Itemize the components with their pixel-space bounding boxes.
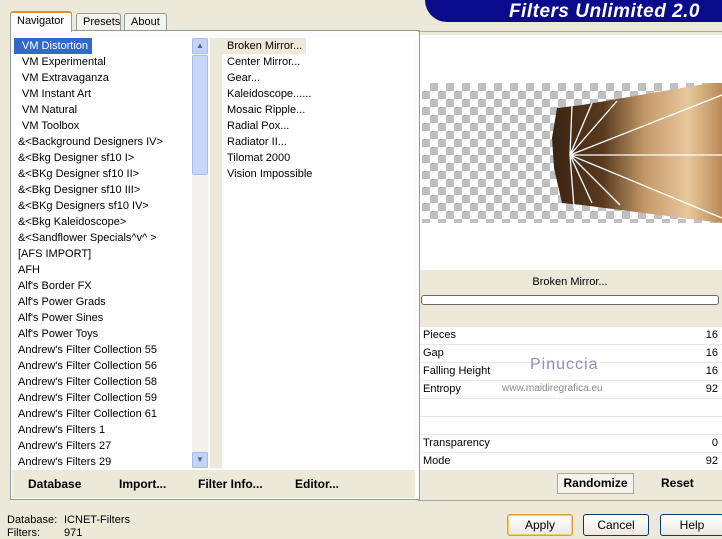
status-database-label: Database: (7, 514, 58, 526)
status-filters-label: Filters: (7, 527, 40, 539)
param-label: Falling Height (423, 365, 491, 377)
param-value: 16 (705, 347, 718, 359)
category-item[interactable]: Andrew's Filter Collection 56 (14, 358, 192, 374)
divider (418, 31, 722, 32)
category-item[interactable]: Andrew's Filter Collection 55 (14, 342, 192, 358)
filter-item[interactable]: Kaleidoscope...... (222, 86, 415, 102)
category-list[interactable]: VM Distortion VM Experimental VM Extravaga… (14, 38, 192, 468)
filter-item[interactable]: Vision Impossible (222, 166, 415, 182)
category-item[interactable]: Andrew's Filter Collection 59 (14, 390, 192, 406)
reset-button[interactable]: Reset (661, 476, 694, 490)
app-banner-logo: Filters Unlimited 2.0 (425, 0, 722, 22)
category-item[interactable]: Andrew's Filter Collection 61 (14, 406, 192, 422)
status-database-value: ICNET-Filters (64, 514, 130, 526)
filter-info-button[interactable]: Filter Info... (198, 477, 263, 491)
current-filter-label: Broken Mirror... (532, 276, 608, 288)
category-item[interactable]: Andrew's Filters 29 (14, 454, 192, 468)
param-value: 92 (705, 383, 718, 395)
category-item[interactable]: &<Sandflower Specials^v^ > (14, 230, 192, 246)
category-item[interactable]: VM Extravaganza (14, 70, 192, 86)
editor-button[interactable]: Editor... (295, 477, 339, 491)
category-item[interactable]: VM Toolbox (14, 118, 192, 134)
category-item[interactable]: Alf's Power Grads (14, 294, 192, 310)
help-button[interactable]: Help (660, 514, 722, 536)
navigator-buttons: Database Import... Filter Info... Editor… (12, 470, 415, 498)
watermark-url: www.maidiregrafica.eu (502, 383, 603, 394)
param-label: Entropy (423, 383, 461, 395)
param-value: 16 (705, 365, 718, 377)
category-item[interactable]: Andrew's Filter Collection 58 (14, 374, 192, 390)
preview-image (422, 83, 722, 223)
category-item[interactable]: &<BKg Designers sf10 IV> (14, 198, 192, 214)
filter-item[interactable]: Broken Mirror... (222, 38, 307, 54)
filter-item[interactable]: Radiator II... (222, 134, 415, 150)
param-slider-row[interactable] (420, 417, 722, 434)
category-item[interactable]: Andrew's Filters 27 (14, 438, 192, 454)
scroll-up-icon[interactable]: ▲ (192, 38, 208, 54)
category-item[interactable]: VM Experimental (14, 54, 192, 70)
param-label: Mode (423, 455, 451, 467)
param-label: Pieces (423, 329, 457, 341)
divider (418, 500, 722, 501)
category-item[interactable]: Andrew's Filters 1 (14, 422, 192, 438)
param-slider-row[interactable]: Mode 92 (420, 453, 722, 470)
randomize-button[interactable]: Randomize (557, 473, 634, 494)
status-filters-value: 971 (64, 527, 83, 539)
tab-about[interactable]: About (124, 13, 167, 31)
category-item[interactable]: &<Bkg Designer sf10 III> (14, 182, 192, 198)
category-item[interactable]: &<BKg Designer sf10 II> (14, 166, 192, 182)
tab-navigator[interactable]: Navigator (10, 11, 72, 32)
scroll-thumb[interactable] (192, 55, 208, 175)
param-label: Transparency (423, 437, 490, 449)
category-item[interactable]: Alf's Power Toys (14, 326, 192, 342)
preview-area (420, 35, 722, 270)
category-item[interactable]: &<Bkg Designer sf10 I> (14, 150, 192, 166)
splitter (210, 38, 222, 468)
param-value: 16 (705, 329, 718, 341)
filter-list[interactable]: Broken Mirror... Center Mirror... Gear... K… (222, 38, 415, 468)
category-item[interactable]: Alf's Power Sines (14, 310, 192, 326)
category-item[interactable]: VM Instant Art (14, 86, 192, 102)
filter-item[interactable]: Center Mirror... (222, 54, 415, 70)
param-value: 0 (711, 437, 718, 449)
category-item[interactable]: [AFS IMPORT] (14, 246, 192, 262)
category-scrollbar[interactable]: ▲ ▼ (192, 38, 208, 468)
category-item[interactable]: VM Distortion (14, 38, 93, 54)
watermark-name: Pinuccia (530, 356, 599, 373)
import-button[interactable]: Import... (119, 477, 166, 491)
param-label: Gap (423, 347, 444, 359)
param-slider-row[interactable] (420, 399, 722, 416)
category-item[interactable]: VM Natural (14, 102, 192, 118)
category-item[interactable]: &<Background Designers IV> (14, 134, 192, 150)
progress-bar (421, 295, 719, 305)
category-item[interactable]: &<Bkg Kaleidoscope> (14, 214, 192, 230)
cancel-button[interactable]: Cancel (583, 514, 649, 536)
category-item[interactable]: Alf's Border FX (14, 278, 192, 294)
category-item[interactable]: AFH (14, 262, 192, 278)
filter-item[interactable]: Gear... (222, 70, 415, 86)
param-value: 92 (705, 455, 718, 467)
apply-button[interactable]: Apply (507, 514, 573, 536)
param-slider-row[interactable]: Pieces 16 (420, 327, 722, 344)
param-slider-row[interactable]: Transparency 0 (420, 435, 722, 452)
filter-item[interactable]: Mosaic Ripple... (222, 102, 415, 118)
filter-item[interactable]: Tilomat 2000 (222, 150, 415, 166)
filter-item[interactable]: Radial Pox... (222, 118, 415, 134)
database-button[interactable]: Database (28, 477, 81, 491)
tab-presets[interactable]: Presets (76, 13, 121, 31)
scroll-down-icon[interactable]: ▼ (192, 452, 208, 468)
